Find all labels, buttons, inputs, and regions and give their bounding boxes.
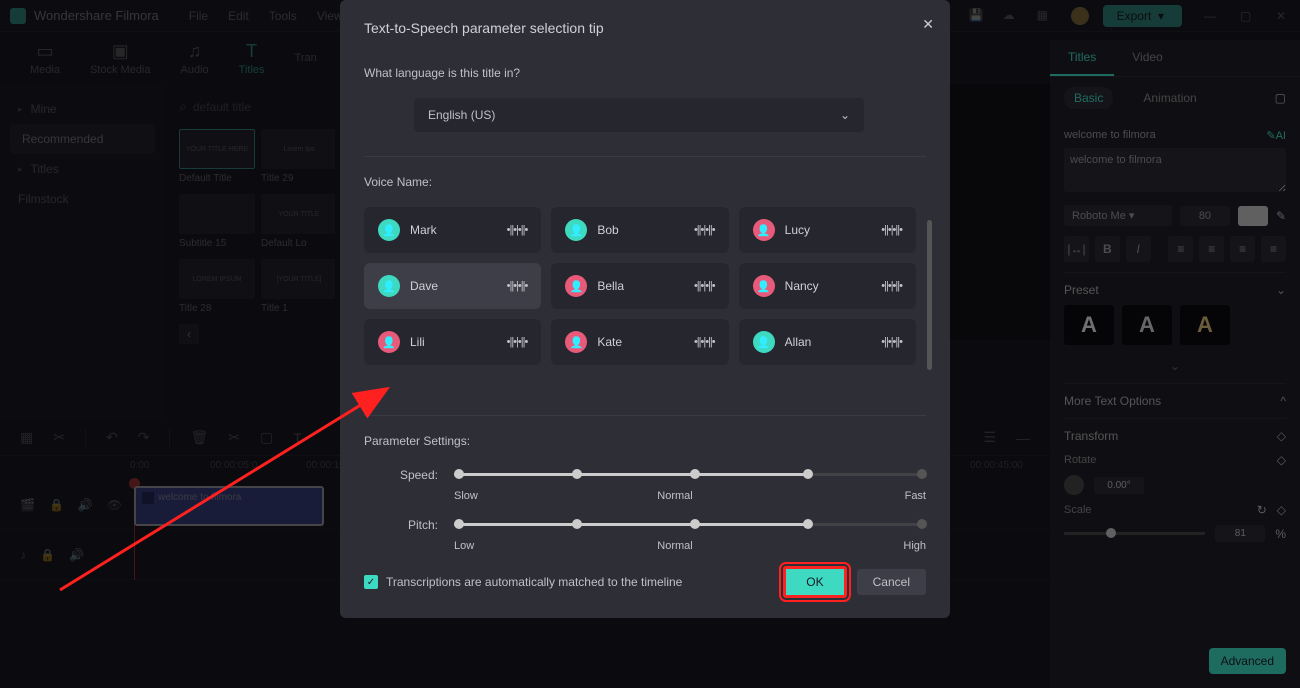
avatar-icon bbox=[565, 219, 587, 241]
waveform-icon: •||•|•||• bbox=[507, 280, 528, 292]
waveform-icon: •||•|•||• bbox=[507, 336, 528, 348]
avatar-icon bbox=[378, 275, 400, 297]
voice-bella[interactable]: Bella•||•|•||• bbox=[551, 263, 728, 309]
avatar-icon bbox=[753, 219, 775, 241]
voice-allan[interactable]: Allan•||•|•||• bbox=[739, 319, 916, 365]
voice-grid: Mark•||•|•||• Bob•||•|•||• Lucy•||•|•||•… bbox=[364, 207, 926, 365]
pitch-normal-label: Normal bbox=[484, 540, 866, 552]
speed-label: Speed: bbox=[364, 468, 454, 482]
voice-bob[interactable]: Bob•||•|•||• bbox=[551, 207, 728, 253]
voice-nancy[interactable]: Nancy•||•|•||• bbox=[739, 263, 916, 309]
pitch-high-label: High bbox=[866, 540, 926, 552]
cancel-button[interactable]: Cancel bbox=[857, 569, 926, 595]
avatar-icon bbox=[753, 275, 775, 297]
voice-lucy[interactable]: Lucy•||•|•||• bbox=[739, 207, 916, 253]
transcription-label: Transcriptions are automatically matched… bbox=[386, 575, 783, 589]
waveform-icon: •||•|•||• bbox=[881, 280, 902, 292]
transcription-checkbox[interactable]: ✓ bbox=[364, 575, 378, 589]
waveform-icon: •||•|•||• bbox=[694, 224, 715, 236]
avatar-icon bbox=[378, 219, 400, 241]
parameter-settings-label: Parameter Settings: bbox=[364, 434, 926, 448]
avatar-icon bbox=[565, 275, 587, 297]
voice-name-label: Voice Name: bbox=[364, 175, 926, 189]
speed-fast-label: Fast bbox=[866, 490, 926, 502]
voice-mark[interactable]: Mark•||•|•||• bbox=[364, 207, 541, 253]
waveform-icon: •||•|•||• bbox=[507, 224, 528, 236]
language-select[interactable]: English (US)⌄ bbox=[414, 98, 864, 132]
waveform-icon: •||•|•||• bbox=[881, 224, 902, 236]
waveform-icon: •||•|•||• bbox=[881, 336, 902, 348]
pitch-slider[interactable] bbox=[454, 516, 926, 534]
voice-dave[interactable]: Dave•||•|•||• bbox=[364, 263, 541, 309]
tts-modal: Text-to-Speech parameter selection tip ✕… bbox=[340, 0, 950, 618]
modal-close-button[interactable]: ✕ bbox=[922, 16, 934, 33]
avatar-icon bbox=[378, 331, 400, 353]
chevron-down-icon: ⌄ bbox=[840, 108, 850, 122]
speed-slider[interactable] bbox=[454, 466, 926, 484]
speed-normal-label: Normal bbox=[484, 490, 866, 502]
modal-title: Text-to-Speech parameter selection tip bbox=[364, 20, 926, 36]
voice-lili[interactable]: Lili•||•|•||• bbox=[364, 319, 541, 365]
waveform-icon: •||•|•||• bbox=[694, 336, 715, 348]
waveform-icon: •||•|•||• bbox=[694, 280, 715, 292]
ok-button[interactable]: OK bbox=[783, 566, 846, 598]
avatar-icon bbox=[753, 331, 775, 353]
voice-scrollbar[interactable] bbox=[927, 220, 932, 370]
language-question: What language is this title in? bbox=[364, 66, 926, 80]
avatar-icon bbox=[565, 331, 587, 353]
voice-kate[interactable]: Kate•||•|•||• bbox=[551, 319, 728, 365]
pitch-label: Pitch: bbox=[364, 518, 454, 532]
